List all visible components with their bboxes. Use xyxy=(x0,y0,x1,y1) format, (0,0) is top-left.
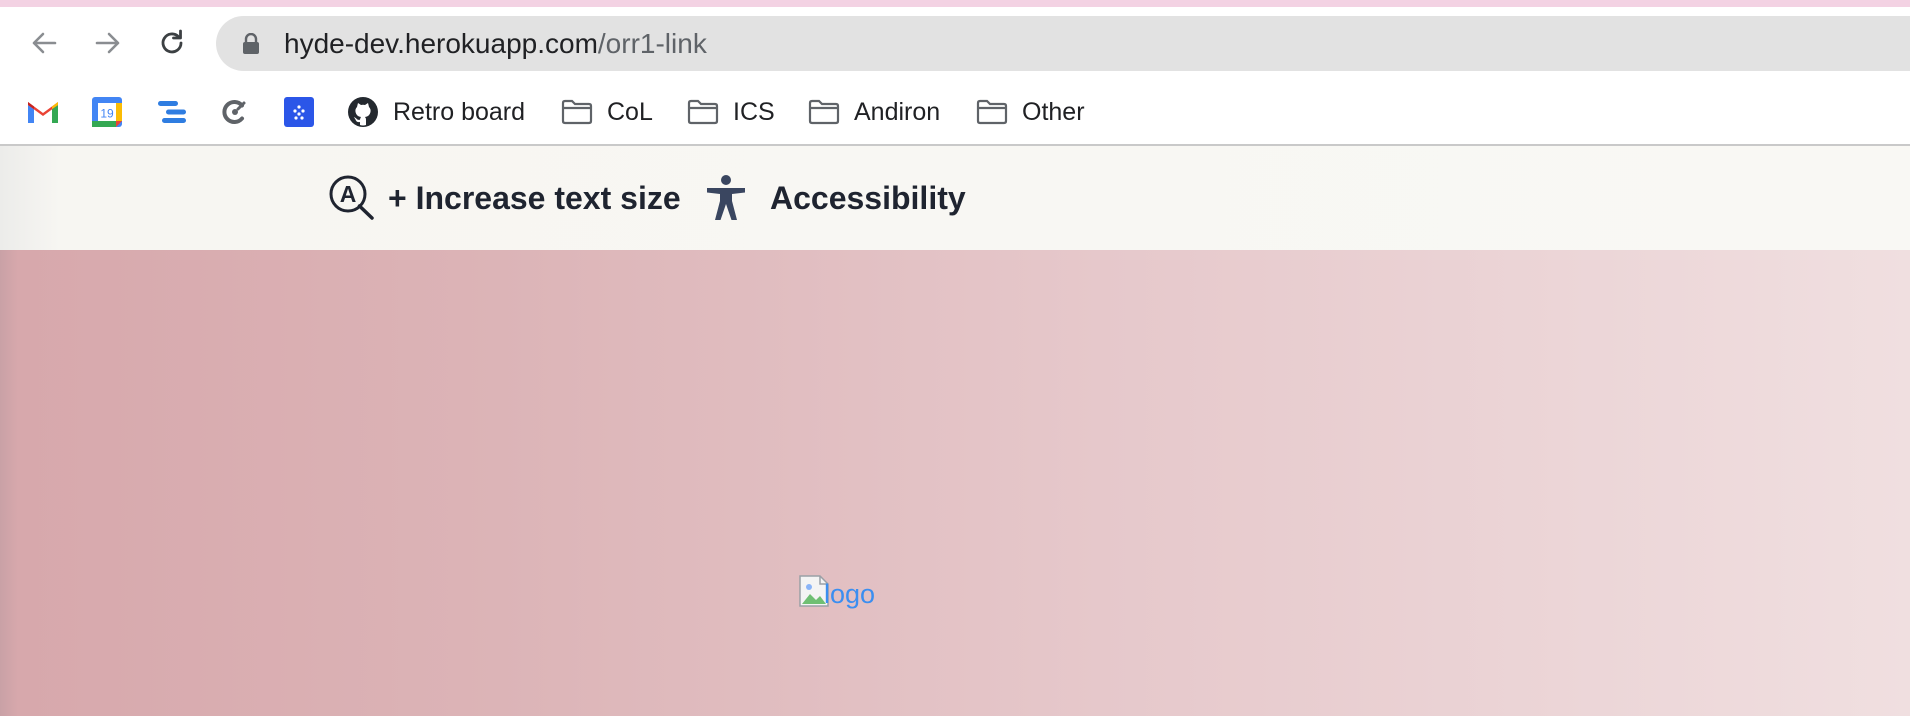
logo-alt-text: logo xyxy=(824,579,876,609)
bookmark-folder-other[interactable]: Other xyxy=(976,80,1085,144)
address-bar[interactable]: hyde-dev.herokuapp.com/orr1-link xyxy=(216,16,1910,71)
bookmarks-bar: 19 Retro board CoL ICS Andiron Other xyxy=(0,80,1910,146)
browser-nav-row: hyde-dev.herokuapp.com/orr1-link xyxy=(0,7,1910,80)
bookmark-calendar[interactable]: 19 xyxy=(91,80,123,144)
bookmark-label: CoL xyxy=(607,97,653,126)
calendar-badge: 19 xyxy=(100,107,114,121)
bookmark-folder-col[interactable]: CoL xyxy=(561,80,653,144)
accessibility-icon xyxy=(707,175,745,220)
window-top-strip xyxy=(0,0,1910,7)
bookmark-label: Retro board xyxy=(393,97,526,126)
reload-button[interactable] xyxy=(150,21,194,65)
folder-icon xyxy=(808,99,840,125)
github-icon xyxy=(348,97,378,127)
logo-image[interactable]: logo xyxy=(798,572,875,608)
increase-text-size-button[interactable]: A + Increase text size xyxy=(328,146,681,250)
url-host: hyde-dev.herokuapp.com xyxy=(284,28,598,59)
reload-icon xyxy=(161,29,183,54)
accessibility-toolbar: A + Increase text size Accessibility xyxy=(0,146,1910,250)
bookmark-app[interactable] xyxy=(284,80,314,144)
clockify-icon xyxy=(222,100,246,124)
bookmark-tasks[interactable] xyxy=(156,80,188,144)
back-arrow-icon xyxy=(32,32,57,54)
bookmark-label: ICS xyxy=(733,97,775,126)
bookmark-label: Other xyxy=(1022,97,1085,126)
gmail-icon xyxy=(28,102,58,123)
url-text: hyde-dev.herokuapp.com/orr1-link xyxy=(284,16,707,71)
bookmark-folder-andiron[interactable]: Andiron xyxy=(808,80,940,144)
url-path: /orr1-link xyxy=(597,28,707,59)
bookmark-folder-ics[interactable]: ICS xyxy=(687,80,775,144)
app-icon xyxy=(284,97,314,127)
folder-icon xyxy=(687,99,719,125)
forward-arrow-icon xyxy=(95,32,120,54)
accessibility-button[interactable]: Accessibility xyxy=(704,146,966,250)
accessibility-label: Accessibility xyxy=(770,179,966,216)
bookmark-retro-board[interactable]: Retro board xyxy=(347,80,525,144)
bookmark-gmail[interactable] xyxy=(26,80,60,144)
page-content: logo xyxy=(0,250,1910,716)
bookmark-clockify[interactable] xyxy=(220,80,250,144)
folder-icon xyxy=(976,99,1008,125)
lock-icon xyxy=(243,33,259,54)
svg-text:A: A xyxy=(340,181,357,207)
tasks-icon xyxy=(158,101,186,123)
bookmark-label: Andiron xyxy=(854,97,941,126)
calendar-icon: 19 xyxy=(92,97,122,127)
forward-button[interactable] xyxy=(86,21,130,65)
back-button[interactable] xyxy=(22,21,66,65)
increase-text-size-label: + Increase text size xyxy=(388,179,681,216)
text-zoom-icon: A xyxy=(329,175,374,220)
folder-icon xyxy=(561,99,593,125)
